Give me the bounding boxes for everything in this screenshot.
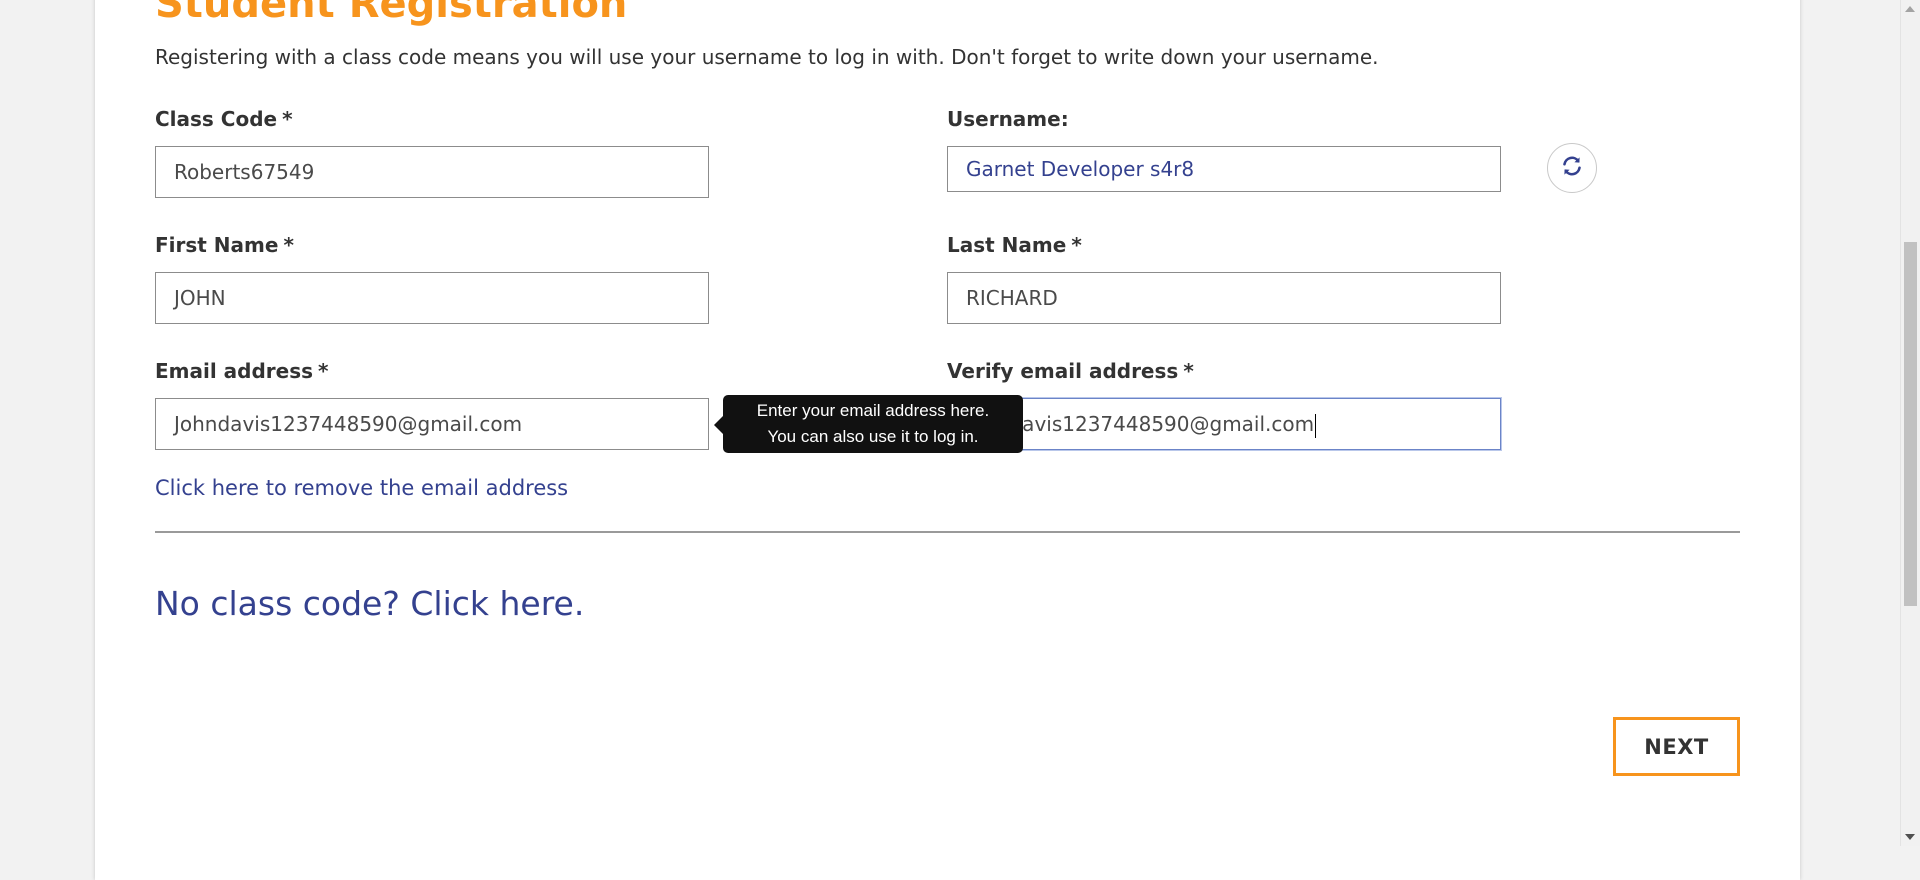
verify-email-label-text: Verify email address bbox=[947, 359, 1179, 383]
scroll-up-icon[interactable] bbox=[1905, 6, 1915, 12]
class-code-label-text: Class Code bbox=[155, 107, 278, 131]
page-title: Student Registration bbox=[155, 0, 628, 27]
tooltip-arrow bbox=[714, 416, 723, 434]
tooltip-line-2: You can also use it to log in. bbox=[767, 427, 979, 446]
required-marker: * bbox=[1183, 359, 1194, 383]
text-caret bbox=[1315, 413, 1317, 438]
first-name-input[interactable]: JOHN bbox=[155, 272, 709, 324]
username-field: Garnet Developer s4r8 bbox=[947, 146, 1501, 192]
required-marker: * bbox=[282, 107, 293, 131]
refresh-icon bbox=[1560, 154, 1584, 182]
vertical-scrollbar[interactable] bbox=[1900, 0, 1920, 846]
refresh-username-button[interactable] bbox=[1547, 143, 1597, 193]
verify-email-input[interactable]: Johndavis1237448590@gmail.com bbox=[947, 398, 1501, 450]
required-marker: * bbox=[1071, 233, 1082, 257]
class-code-input[interactable]: Roberts67549 bbox=[155, 146, 709, 198]
section-divider bbox=[155, 531, 1740, 533]
username-label: Username: bbox=[947, 106, 1069, 132]
no-class-code-link[interactable]: No class code? Click here. bbox=[155, 584, 584, 624]
page: Student Registration Registering with a … bbox=[0, 0, 1900, 880]
next-button[interactable]: NEXT bbox=[1613, 717, 1740, 776]
email-value: Johndavis1237448590@gmail.com bbox=[174, 412, 523, 436]
first-name-value: JOHN bbox=[174, 286, 226, 310]
last-name-input[interactable]: RICHARD bbox=[947, 272, 1501, 324]
required-marker: * bbox=[318, 359, 329, 383]
scrollbar-thumb[interactable] bbox=[1904, 242, 1917, 606]
username-label-text: Username: bbox=[947, 107, 1069, 131]
email-label: Email address * bbox=[155, 358, 329, 384]
verify-email-label: Verify email address * bbox=[947, 358, 1194, 384]
remove-email-link[interactable]: Click here to remove the email address bbox=[155, 474, 568, 502]
email-tooltip: Enter your email address here. You can a… bbox=[714, 395, 1023, 453]
last-name-label: Last Name * bbox=[947, 232, 1082, 258]
first-name-label-text: First Name bbox=[155, 233, 279, 257]
first-name-label: First Name * bbox=[155, 232, 294, 258]
class-code-label: Class Code * bbox=[155, 106, 293, 132]
username-value: Garnet Developer s4r8 bbox=[966, 157, 1195, 181]
tooltip-line-1: Enter your email address here. bbox=[756, 401, 990, 420]
email-input[interactable]: Johndavis1237448590@gmail.com bbox=[155, 398, 709, 450]
last-name-value: RICHARD bbox=[966, 286, 1058, 310]
email-label-text: Email address bbox=[155, 359, 314, 383]
required-marker: * bbox=[283, 233, 294, 257]
class-code-value: Roberts67549 bbox=[174, 160, 315, 184]
scroll-down-icon[interactable] bbox=[1905, 834, 1915, 840]
intro-text: Registering with a class code means you … bbox=[155, 45, 1379, 69]
last-name-label-text: Last Name bbox=[947, 233, 1067, 257]
